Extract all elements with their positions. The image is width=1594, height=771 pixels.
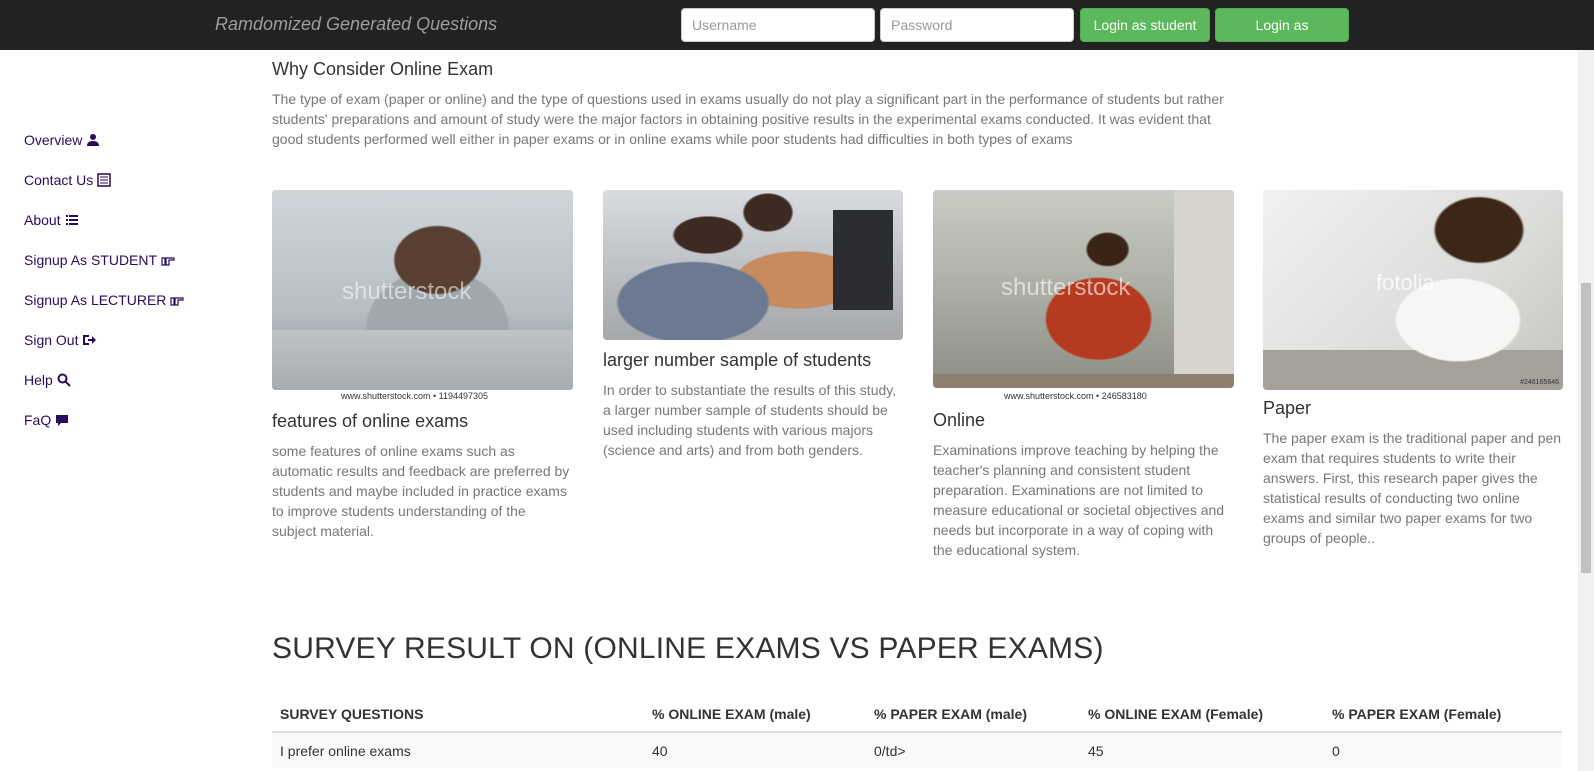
image-id: #246165646 xyxy=(1520,379,1559,386)
sidebar-item-label: FaQ xyxy=(24,412,52,428)
username-input[interactable] xyxy=(681,8,875,42)
card-text: The paper exam is the traditional paper … xyxy=(1263,430,1562,546)
log-out-icon xyxy=(83,335,97,345)
login-lecturer-button[interactable]: Login as Lecturer xyxy=(1215,8,1349,65)
student-laptop-image: shutterstock xyxy=(272,190,573,390)
top-navbar: Ramdomized Generated Questions Login as … xyxy=(0,0,1594,65)
survey-table: SURVEY QUESTIONS % ONLINE EXAM (male) % … xyxy=(272,696,1562,768)
sidebar-item-contact[interactable]: Contact Us xyxy=(24,160,184,200)
sidebar-item-about[interactable]: About xyxy=(24,200,184,240)
card-title: Paper xyxy=(1263,398,1312,418)
table-cell: 45 xyxy=(1080,732,1324,768)
table-cell: 40 xyxy=(644,732,866,768)
table-cell: 0 xyxy=(1324,732,1562,768)
woman-laptop-image: shutterstock xyxy=(933,190,1234,388)
image-caption: www.shutterstock.com • 1194497305 xyxy=(341,391,489,401)
column-header: % PAPER EXAM (male) xyxy=(866,696,1080,733)
sidebar-item-label: Signup As LECTURER xyxy=(24,292,167,308)
card-text: In order to substantiate the results of … xyxy=(603,382,897,458)
column-header: % PAPER EXAM (Female) xyxy=(1324,696,1562,733)
watermark-text: fotolia xyxy=(1376,270,1435,295)
sidebar-item-label: About xyxy=(24,212,61,228)
hand-right-icon xyxy=(170,297,185,306)
list-icon xyxy=(65,215,78,225)
column-header: % ONLINE EXAM (Female) xyxy=(1080,696,1324,733)
comment-icon xyxy=(56,415,69,426)
woman-writing-image: fotolia #246165646 xyxy=(1263,190,1563,390)
card-title: larger number sample of students xyxy=(603,350,872,370)
card-title: features of online exams xyxy=(272,411,469,431)
sidebar-item-signup-lecturer[interactable]: Signup As LECTURER xyxy=(24,280,185,320)
scrollbar-thumb[interactable] xyxy=(1581,283,1591,573)
table-cell: 0/td> xyxy=(866,732,1080,768)
survey-title: SURVEY RESULT ON (ONLINE EXAMS VS PAPER … xyxy=(272,632,1104,665)
sidebar-item-label: Sign Out xyxy=(24,332,79,348)
password-input[interactable] xyxy=(880,8,1074,42)
sidebar: Overview Contact Us About Signup As STUD… xyxy=(24,120,185,440)
intro-text: The type of exam (paper or online) and t… xyxy=(272,91,1224,147)
table-header-row: SURVEY QUESTIONS % ONLINE EXAM (male) % … xyxy=(272,696,1562,733)
hand-right-icon xyxy=(161,257,175,266)
list-alt-icon xyxy=(97,173,111,187)
user-icon xyxy=(87,134,100,146)
column-header: % ONLINE EXAM (male) xyxy=(644,696,866,733)
sidebar-item-overview[interactable]: Overview xyxy=(24,120,184,160)
sidebar-item-label: Contact Us xyxy=(24,172,94,188)
table-cell: I prefer online exams xyxy=(272,732,644,768)
image-caption: www.shutterstock.com • 246583180 xyxy=(1004,391,1147,401)
sidebar-item-faq[interactable]: FaQ xyxy=(24,400,184,440)
column-header: SURVEY QUESTIONS xyxy=(272,696,644,733)
intro-title: Why Consider Online Exam xyxy=(272,59,494,79)
sidebar-item-label: Help xyxy=(24,372,53,388)
sidebar-item-label: Signup As STUDENT xyxy=(24,252,158,268)
brand-title[interactable]: Ramdomized Generated Questions xyxy=(215,14,497,35)
sidebar-item-help[interactable]: Help xyxy=(24,360,184,400)
teacher-students-image xyxy=(603,190,903,340)
search-icon xyxy=(57,373,71,387)
watermark-text: shutterstock xyxy=(1001,274,1131,301)
card-title: Online xyxy=(933,410,986,430)
sidebar-item-signup-student[interactable]: Signup As STUDENT xyxy=(24,240,184,280)
card-text: some features of online exams such as au… xyxy=(272,443,570,539)
login-student-button[interactable]: Login as student xyxy=(1080,8,1210,42)
sidebar-item-label: Overview xyxy=(24,132,83,148)
table-row: I prefer online exams 40 0/td> 45 0 xyxy=(272,732,1562,768)
card-text: Examinations improve teaching by helping… xyxy=(933,442,1225,558)
watermark-text: shutterstock xyxy=(342,278,472,305)
sidebar-item-signout[interactable]: Sign Out xyxy=(24,320,184,360)
